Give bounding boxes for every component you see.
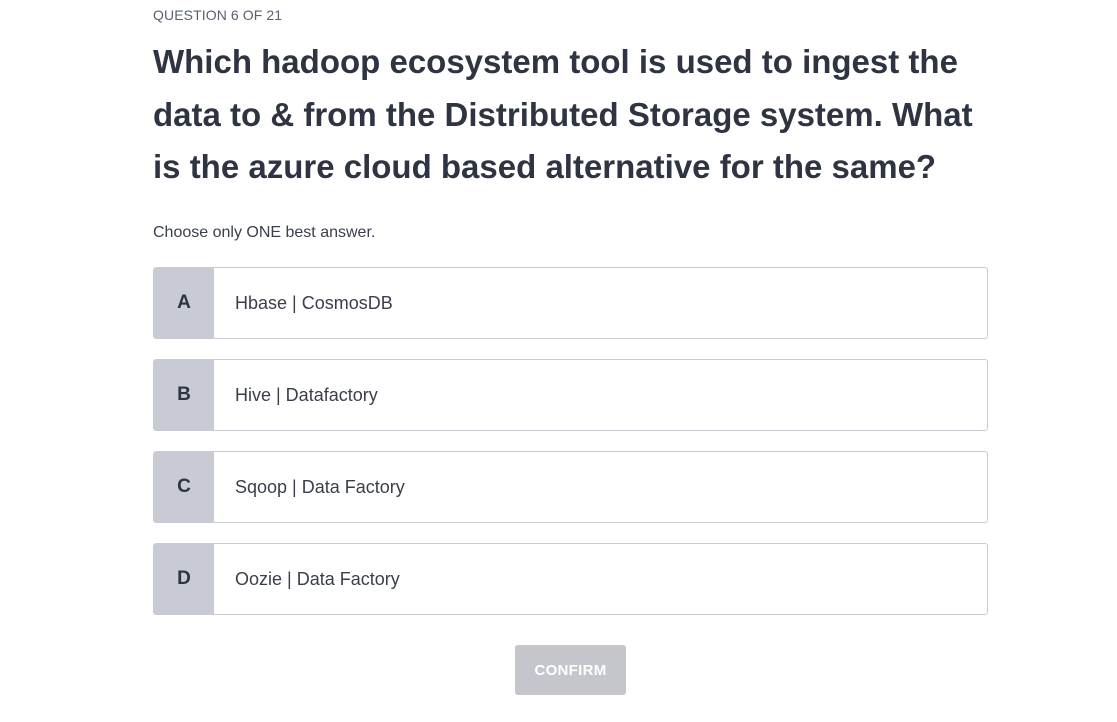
answer-option-d[interactable]: D Oozie | Data Factory [153,543,988,615]
confirm-button[interactable]: CONFIRM [515,645,626,695]
answer-option-a[interactable]: A Hbase | CosmosDB [153,267,988,339]
option-letter-a: A [154,268,214,338]
question-text: Which hadoop ecosystem tool is used to i… [153,43,973,185]
answer-option-c[interactable]: C Sqoop | Data Factory [153,451,988,523]
question-counter: QUESTION 6 OF 21 [153,7,283,23]
instruction-text: Choose only ONE best answer. [153,224,376,241]
answer-option-b[interactable]: B Hive | Datafactory [153,359,988,431]
option-text-d: Oozie | Data Factory [235,568,400,589]
answer-options: A Hbase | CosmosDB B Hive | Datafactory … [153,267,988,635]
option-text-a: Hbase | CosmosDB [235,292,393,313]
option-text-b: Hive | Datafactory [235,384,378,405]
option-text-c: Sqoop | Data Factory [235,476,405,497]
option-letter-b: B [154,360,214,430]
option-letter-d: D [154,544,214,614]
quiz-page: QUESTION 6 OF 21 Which hadoop ecosystem … [0,0,1117,722]
option-letter-c: C [154,452,214,522]
